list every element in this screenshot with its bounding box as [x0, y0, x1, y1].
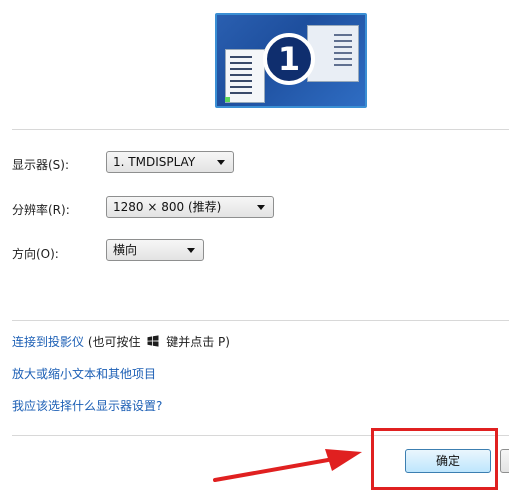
projector-link[interactable]: 连接到投影仪 [12, 335, 84, 349]
text-size-link[interactable]: 放大或缩小文本和其他项目 [12, 365, 156, 382]
window-thumbnail [225, 49, 265, 103]
resolution-select-value: 1280 × 800 (推荐) [113, 200, 222, 214]
orientation-select[interactable]: 横向 [106, 239, 204, 261]
divider [12, 320, 509, 321]
chevron-down-icon [257, 205, 265, 210]
monitor-indicator [225, 97, 230, 102]
cancel-button[interactable] [500, 449, 509, 473]
chevron-down-icon [217, 160, 225, 165]
display-select-value: 1. TMDISPLAY [113, 155, 196, 169]
projector-link-row: 连接到投影仪 (也可按住 键并点击 P) [12, 333, 230, 350]
monitor-preview[interactable]: 1 [215, 13, 367, 108]
monitor-number-badge: 1 [263, 33, 315, 85]
annotation-arrow-icon [213, 449, 362, 482]
resolution-label: 分辨率(R): [12, 203, 70, 217]
display-label: 显示器(S): [12, 158, 70, 172]
display-select[interactable]: 1. TMDISPLAY [106, 151, 234, 173]
resolution-select[interactable]: 1280 × 800 (推荐) [106, 196, 274, 218]
orientation-select-value: 横向 [113, 243, 138, 257]
annotation-highlight-box [371, 428, 498, 490]
display-settings-help-link[interactable]: 我应该选择什么显示器设置? [12, 397, 162, 414]
divider [12, 129, 509, 130]
projector-hint-before: (也可按住 [87, 335, 141, 349]
projector-hint-after: 键并点击 P) [166, 335, 230, 349]
orientation-label: 方向(O): [12, 247, 59, 261]
windows-logo-icon [147, 335, 159, 347]
chevron-down-icon [187, 248, 195, 253]
window-thumbnail [307, 25, 359, 82]
